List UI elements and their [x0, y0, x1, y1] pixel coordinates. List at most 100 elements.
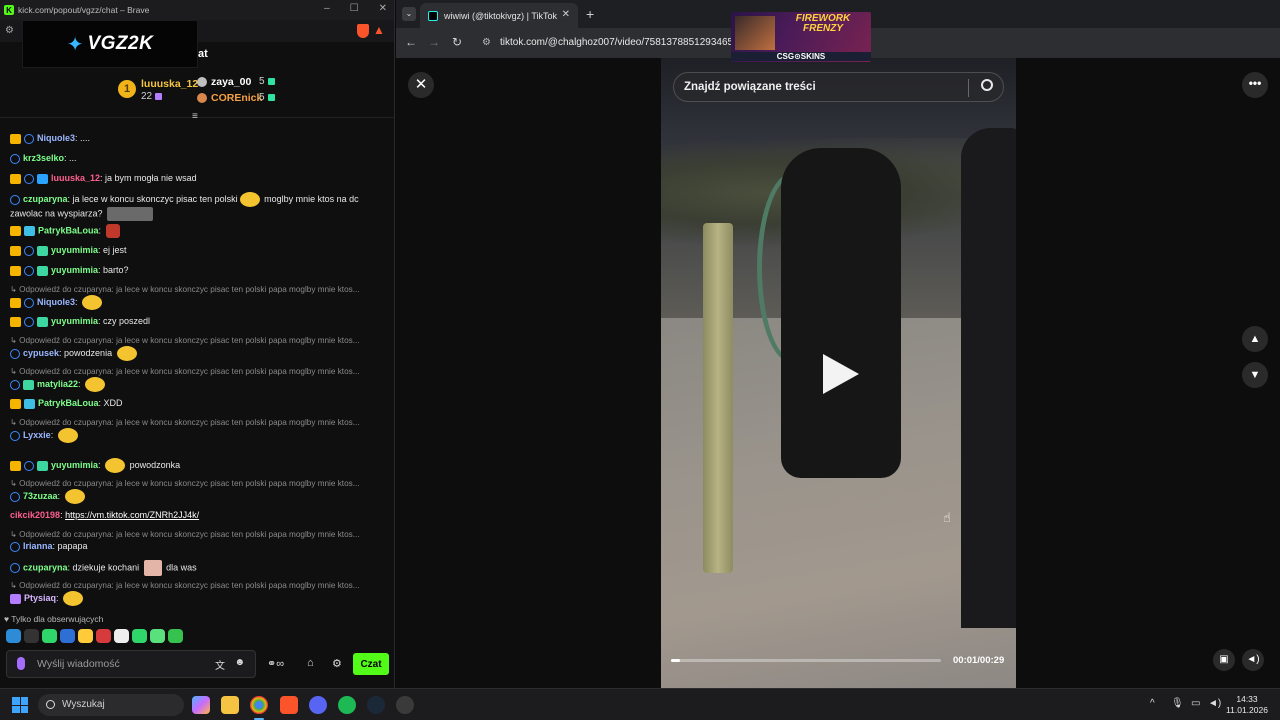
chat-message: yuyumimia: powodzonka	[10, 458, 385, 473]
volume-tray-icon[interactable]: ◄)	[1208, 698, 1221, 709]
quick-emote-icon[interactable]	[6, 629, 21, 643]
chat-username[interactable]: Niquole3	[37, 297, 75, 307]
crown-badge-icon	[10, 316, 21, 327]
forward-icon[interactable]: →	[428, 35, 440, 49]
copilot-icon[interactable]	[192, 696, 210, 714]
video-progress-bar[interactable]	[671, 659, 941, 662]
chat-message-input[interactable]	[37, 655, 207, 673]
tab-list-icon[interactable]: ⌄	[402, 7, 416, 21]
chat-username[interactable]: yuyumimia	[51, 245, 98, 255]
chat-username[interactable]: czuparyna	[23, 562, 68, 572]
brave-icon[interactable]	[280, 696, 298, 714]
related-content-search[interactable]: Znajdź powiązane treści	[673, 72, 1004, 102]
tab-tiktok[interactable]: wiwiwi (@tiktokivgz) | TikTok ✕	[420, 3, 578, 28]
chat-username[interactable]: krz3selko	[23, 153, 64, 163]
app-icon[interactable]	[396, 696, 414, 714]
leaderboard-second-name[interactable]: zaya_00	[211, 76, 251, 88]
ring-badge-icon	[24, 133, 34, 144]
reply-context[interactable]: ↳ Odpowiedź do czuparyna: ja lece w konc…	[10, 284, 360, 294]
site-settings-icon[interactable]: ⚙	[5, 25, 14, 36]
chat-username[interactable]: cikcik20198	[10, 510, 60, 520]
chat-username[interactable]: yuyumimia	[51, 316, 98, 326]
quick-emote-icon[interactable]	[96, 629, 111, 643]
chat-username[interactable]: matylia22	[37, 379, 78, 389]
quick-emote-icon[interactable]	[150, 629, 165, 643]
spotify-icon[interactable]	[338, 696, 356, 714]
reply-context[interactable]: ↳ Odpowiedź do czuparyna: ja lece w konc…	[10, 335, 360, 345]
reply-context[interactable]: ↳ Odpowiedź do czuparyna: ja lece w konc…	[10, 580, 360, 590]
picture-in-picture-icon[interactable]: ▣	[1213, 649, 1235, 671]
new-tab-icon[interactable]: +	[586, 6, 594, 22]
ring-badge-icon	[10, 491, 20, 502]
search-icon[interactable]	[981, 79, 993, 91]
chat-username[interactable]: PatrykBaLoua	[38, 225, 99, 235]
taskbar-clock[interactable]: 14:33 11.01.2026	[1222, 694, 1272, 716]
chat-filter-icon[interactable]: ≡	[192, 111, 198, 122]
tab-close-icon[interactable]: ✕	[562, 9, 570, 20]
chat-link[interactable]: https://vm.tiktok.com/ZNRh2JJ4k/	[65, 510, 199, 520]
gift-badge-icon	[37, 460, 48, 471]
quick-emote-icon[interactable]	[168, 629, 183, 643]
network-icon[interactable]: ▭	[1191, 698, 1200, 709]
play-icon[interactable]	[823, 354, 859, 394]
reply-context[interactable]: ↳ Odpowiedź do czuparyna: ja lece w konc…	[10, 478, 360, 488]
brave-shield-icon[interactable]	[357, 24, 369, 38]
chat-message: Niquole3:	[10, 295, 385, 310]
chat-username[interactable]: 73zuzaa	[23, 491, 58, 501]
chat-username[interactable]: cypusek	[23, 348, 59, 358]
quick-emote-icon[interactable]	[114, 629, 129, 643]
store-icon[interactable]: ⌂	[307, 657, 314, 669]
more-options-button[interactable]: •••	[1242, 72, 1268, 98]
close-icon[interactable]: ✕	[379, 3, 387, 14]
microphone-icon[interactable]	[17, 657, 25, 670]
quick-emote-icon[interactable]	[132, 629, 147, 643]
chat-text: : ej jest	[98, 245, 127, 255]
discord-icon[interactable]	[309, 696, 327, 714]
back-icon[interactable]: ←	[405, 35, 417, 49]
taskbar-search[interactable]: Wyszukaj	[38, 694, 184, 716]
microphone-tray-icon[interactable]: 🎙	[1171, 698, 1184, 709]
send-chat-button[interactable]: Czat	[353, 653, 389, 675]
emoji-picker-icon[interactable]: ☻	[234, 657, 245, 668]
minimize-icon[interactable]: –	[324, 3, 330, 14]
leaderboard-third-name[interactable]: COREnick	[211, 92, 262, 104]
show-hidden-icons-icon[interactable]: ^	[1150, 698, 1155, 709]
quick-emote-icon[interactable]	[24, 629, 39, 643]
connections-icon[interactable]: ⚭∞	[267, 657, 284, 670]
chat-username[interactable]: luuuska_12	[51, 173, 100, 183]
quick-emote-icon[interactable]	[78, 629, 93, 643]
chat-username[interactable]: yuyumimia	[51, 460, 98, 470]
leaderboard-first-points: 22	[141, 91, 163, 102]
chrome-icon[interactable]	[250, 696, 268, 720]
video-player[interactable]: Znajdź powiązane treści 00:01/00:29 ☝	[661, 58, 1016, 688]
chat-username[interactable]: Niquole3	[37, 133, 75, 143]
chat-username[interactable]: PatrykBaLoua	[38, 398, 99, 408]
chat-username[interactable]: Irianna	[23, 541, 53, 551]
next-video-button[interactable]: ▼	[1242, 362, 1268, 388]
chat-username[interactable]: Lyxxie	[23, 430, 51, 440]
previous-video-button[interactable]: ▲	[1242, 326, 1268, 352]
file-explorer-icon[interactable]	[221, 696, 239, 714]
quick-emote-icon[interactable]	[60, 629, 75, 643]
brave-rewards-icon[interactable]: ▲	[373, 23, 387, 37]
reload-icon[interactable]: ↻	[452, 35, 462, 49]
quick-emote-icon[interactable]	[42, 629, 57, 643]
leaderboard-first-name[interactable]: luuuska_12	[141, 78, 198, 90]
close-video-button[interactable]: ✕	[408, 72, 434, 98]
maximize-icon[interactable]: ☐	[350, 3, 359, 14]
settings-gear-icon[interactable]: ⚙	[332, 657, 342, 670]
steam-icon[interactable]	[367, 696, 385, 714]
translate-icon[interactable]: 文	[215, 657, 225, 672]
chat-username[interactable]: czuparyna	[23, 194, 68, 204]
browser-window: ⌄ wiwiwi (@tiktokivgz) | TikTok ✕ + ← → …	[396, 0, 1280, 688]
chat-username[interactable]: yuyumimia	[51, 265, 98, 275]
site-info-icon[interactable]: ⚙	[482, 32, 491, 54]
gem-icon	[267, 77, 275, 85]
reply-context[interactable]: ↳ Odpowiedź do czuparyna: ja lece w konc…	[10, 366, 360, 376]
reply-context[interactable]: ↳ Odpowiedź do czuparyna: ja lece w konc…	[10, 417, 360, 427]
reply-context[interactable]: ↳ Odpowiedź do czuparyna: ja lece w konc…	[10, 529, 360, 539]
volume-icon[interactable]: ◄)	[1242, 649, 1264, 671]
start-menu-icon[interactable]	[12, 697, 28, 713]
search-placeholder: Znajdź powiązane treści	[684, 81, 816, 93]
chat-username[interactable]: Ptysiaq	[24, 593, 56, 603]
